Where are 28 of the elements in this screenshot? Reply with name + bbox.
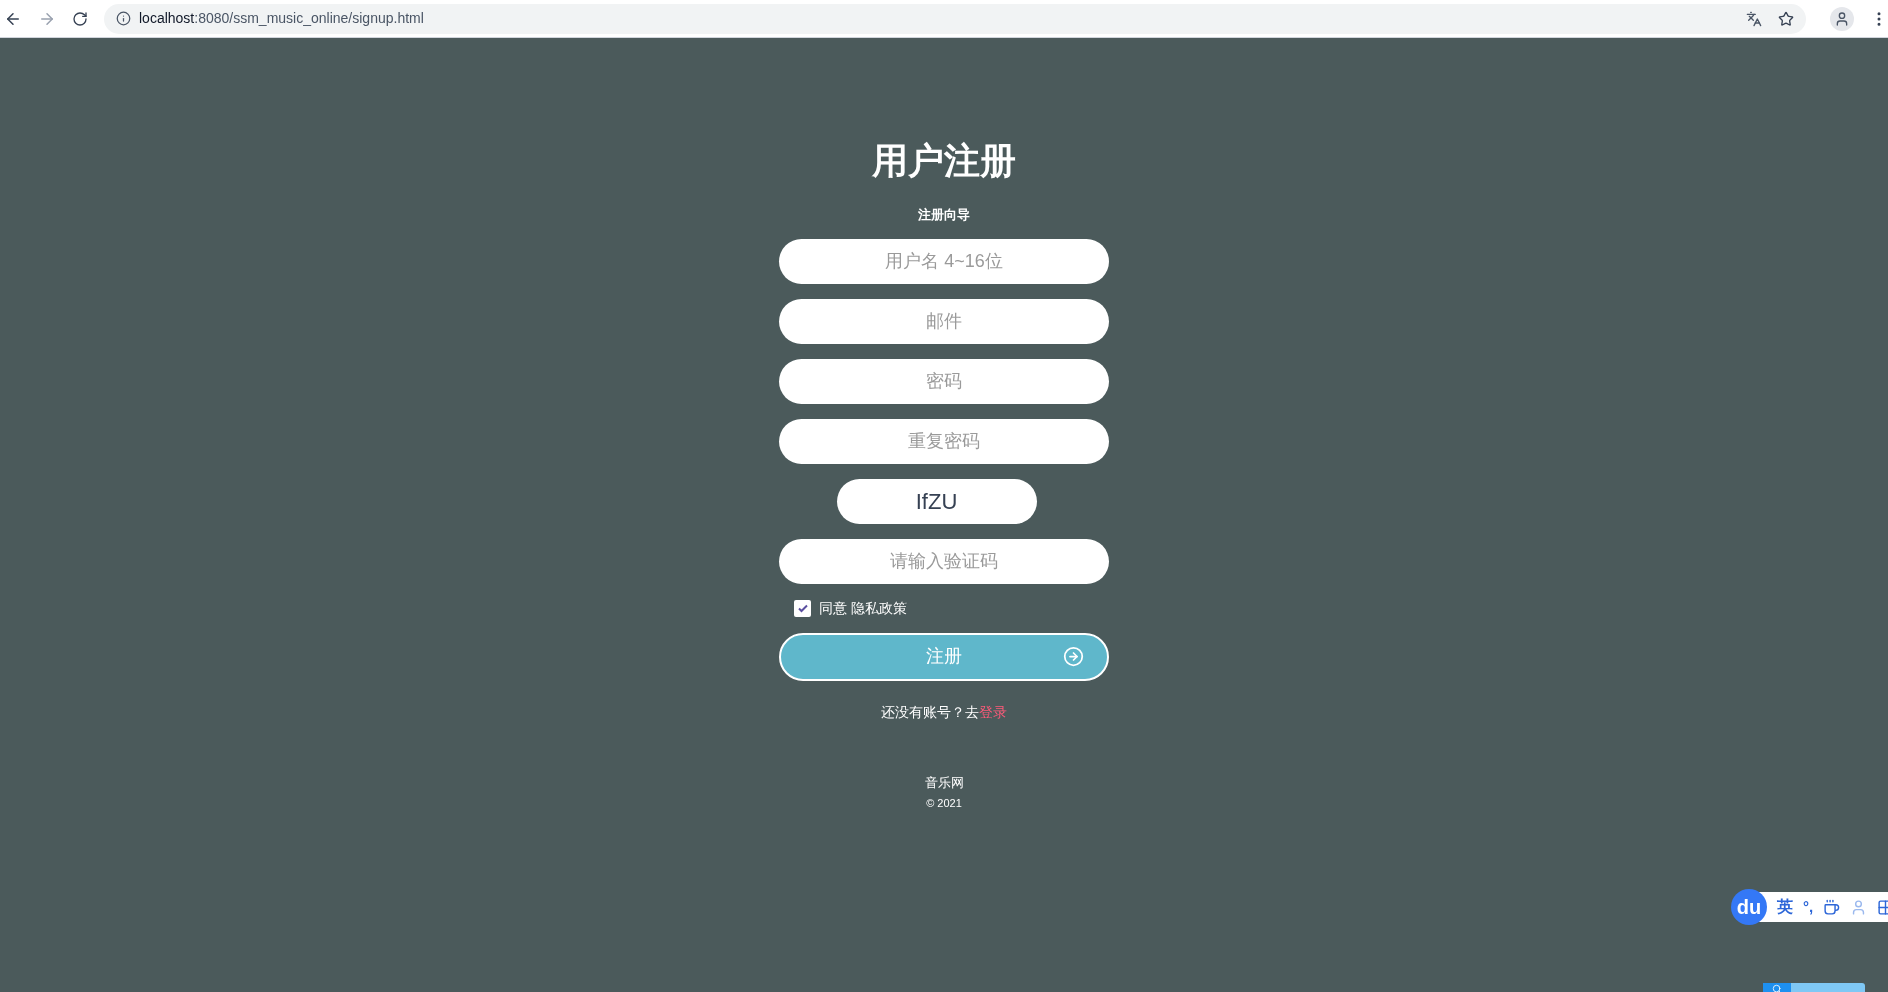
text-field[interactable]: 请输入验证码 bbox=[779, 538, 1109, 584]
copyright: © 2021 bbox=[926, 796, 962, 811]
translate-icon[interactable] bbox=[1746, 10, 1762, 27]
page-title: 用户注册 bbox=[872, 139, 1016, 183]
agree-checkbox[interactable] bbox=[794, 599, 811, 617]
text-field[interactable]: 密码 bbox=[779, 358, 1109, 404]
text-field[interactable]: 重复密码 bbox=[779, 418, 1109, 464]
reload-icon[interactable] bbox=[72, 10, 88, 27]
cup-icon[interactable] bbox=[1823, 898, 1841, 916]
text-field[interactable]: 邮件 bbox=[779, 298, 1109, 344]
ime-toolbar[interactable]: du 英 °, bbox=[1733, 892, 1888, 922]
ime-mode[interactable]: 英 bbox=[1777, 895, 1793, 919]
url-text: localhost:8080/ssm_music_online/signup.html bbox=[139, 9, 424, 28]
ime-punctuation[interactable]: °, bbox=[1803, 895, 1814, 919]
captcha-image[interactable]: IfZU bbox=[836, 478, 1037, 524]
ime-logo[interactable]: du bbox=[1731, 889, 1767, 925]
info-icon bbox=[116, 11, 131, 26]
star-icon[interactable] bbox=[1778, 10, 1794, 27]
check-icon bbox=[796, 602, 809, 614]
login-prompt: 还没有账号？去登录 bbox=[881, 702, 1007, 722]
text-field[interactable]: 用户名 4~16位 bbox=[779, 238, 1109, 284]
arrow-circle-icon bbox=[1063, 646, 1084, 667]
address-bar[interactable]: localhost:8080/ssm_music_online/signup.html bbox=[104, 3, 1806, 34]
site-name: 音乐网 bbox=[924, 773, 964, 792]
agree-label: 同意 隐私政策 bbox=[819, 598, 907, 618]
search-icon bbox=[1772, 984, 1782, 992]
profile-icon[interactable] bbox=[1830, 6, 1854, 31]
subtitle: 注册向导 bbox=[918, 206, 970, 224]
